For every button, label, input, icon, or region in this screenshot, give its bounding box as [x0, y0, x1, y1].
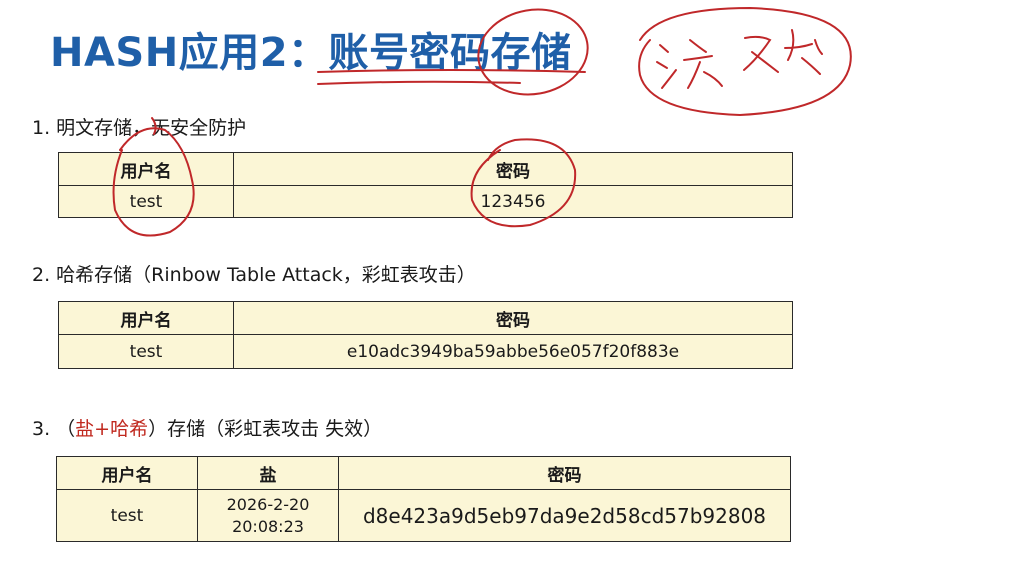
circle-handwriting — [638, 6, 852, 117]
section-3-suffix: ）存储（彩虹表攻击 失效） — [148, 418, 383, 440]
header-username: 用户名 — [58, 152, 234, 186]
salt-time: 20:08:23 — [232, 516, 304, 536]
cell-password-salted-hash: d8e423a9d5eb97da9e2d58cd57b92808 — [338, 489, 791, 542]
cell-password: 123456 — [233, 185, 793, 218]
page-title: HASH应用2：账号密码存储 — [50, 30, 572, 76]
header-password: 密码 — [233, 301, 793, 335]
section-1-heading: 1. 明文存储，无安全防护 — [32, 117, 247, 139]
salted-hash-table: 用户名 盐 密码 test 2026-2-20 20:08:23 d8e423a… — [56, 456, 791, 542]
header-username: 用户名 — [56, 456, 198, 490]
section-3-prefix: 3. （ — [32, 418, 76, 440]
header-salt: 盐 — [197, 456, 339, 490]
header-password: 密码 — [233, 152, 793, 186]
cell-password-hash: e10adc3949ba59abbe56e057f20f883e — [233, 334, 793, 369]
salt-date: 2026-2-20 — [226, 494, 310, 514]
header-username: 用户名 — [58, 301, 234, 335]
handwriting-xi — [743, 29, 823, 75]
section-3-heading: 3. （盐+哈希）存储（彩虹表攻击 失效） — [32, 414, 382, 441]
section-3-highlight: 盐+哈希 — [75, 418, 149, 440]
cell-salt: 2026-2-20 20:08:23 — [197, 489, 339, 542]
hash-table: 用户名 密码 test e10adc3949ba59abbe56e057f20f… — [58, 301, 793, 369]
cell-username: test — [58, 334, 234, 369]
cell-username: test — [56, 489, 198, 542]
header-password: 密码 — [338, 456, 791, 490]
section-2-heading: 2. 哈希存储（Rinbow Table Attack，彩虹表攻击） — [32, 264, 476, 286]
title-underline-2 — [317, 80, 521, 85]
cell-username: test — [58, 185, 234, 218]
plaintext-table: 用户名 密码 test 123456 — [58, 152, 793, 218]
handwriting-you — [656, 39, 723, 89]
